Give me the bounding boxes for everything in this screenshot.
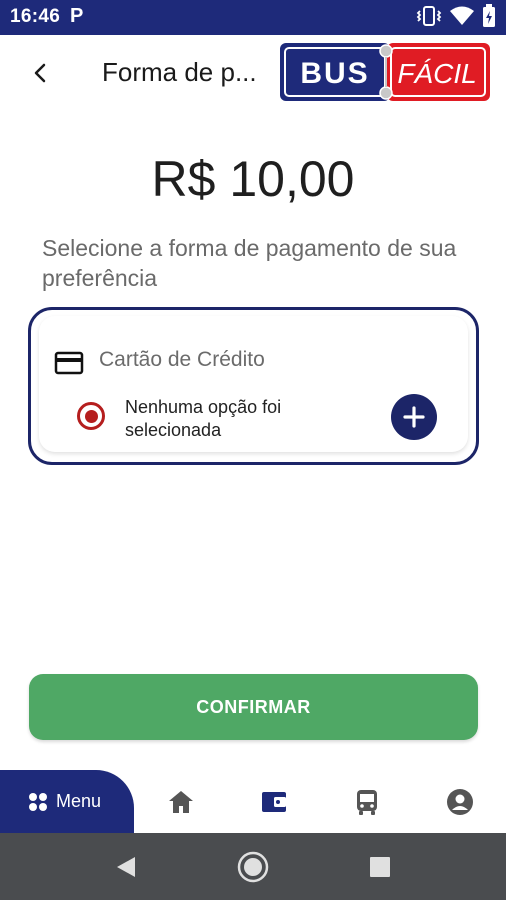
credit-card-label: Cartão de Crédito bbox=[99, 348, 265, 371]
recents-square-icon bbox=[370, 857, 390, 877]
back-triangle-icon bbox=[117, 857, 135, 877]
logo-facil-text: FÁCIL bbox=[397, 58, 476, 89]
app-header: Forma de p... BUS FÁCIL bbox=[0, 35, 506, 115]
payment-method-inner: Cartão de Crédito Nenhuma opção foi sele… bbox=[39, 316, 468, 452]
nav-home[interactable] bbox=[166, 787, 196, 817]
plus-icon bbox=[403, 406, 425, 428]
radio-dot bbox=[84, 409, 98, 423]
wifi-icon bbox=[450, 6, 474, 31]
status-icons bbox=[416, 3, 496, 33]
system-back-button[interactable] bbox=[110, 851, 142, 883]
menu-tab[interactable]: Menu bbox=[0, 770, 134, 833]
payment-method-card[interactable]: Cartão de Crédito Nenhuma opção foi sele… bbox=[28, 307, 479, 465]
confirm-button[interactable]: CONFIRMAR bbox=[29, 674, 478, 740]
battery-icon bbox=[482, 3, 496, 33]
home-icon bbox=[169, 791, 193, 813]
bus-icon bbox=[357, 790, 377, 815]
instructions-text: Selecione a forma de pagamento de sua pr… bbox=[42, 235, 457, 291]
busfacil-logo: BUS FÁCIL bbox=[279, 40, 491, 104]
system-nav-bar bbox=[0, 833, 506, 900]
menu-grid-icon bbox=[29, 792, 47, 811]
menu-label: Menu bbox=[56, 791, 102, 811]
page-title: Forma de p... bbox=[102, 57, 257, 87]
add-card-button[interactable] bbox=[391, 394, 437, 440]
option-radio[interactable] bbox=[77, 402, 105, 430]
chevron-left-icon bbox=[34, 63, 46, 83]
payment-amount: R$ 10,00 bbox=[151, 151, 355, 207]
system-home-button[interactable] bbox=[237, 851, 269, 883]
nav-account[interactable] bbox=[445, 787, 475, 817]
system-recents-button[interactable] bbox=[364, 851, 396, 883]
bottom-nav: Menu bbox=[0, 770, 506, 833]
nav-wallet[interactable] bbox=[259, 787, 289, 817]
status-bar: 16:46 P bbox=[0, 0, 506, 35]
app-notification-badge: P bbox=[70, 5, 84, 27]
vibrate-icon bbox=[416, 5, 442, 31]
home-circle-icon bbox=[237, 851, 269, 883]
status-time: 16:46 bbox=[10, 6, 61, 27]
back-button[interactable] bbox=[22, 55, 58, 91]
logo-bus-text: BUS bbox=[300, 57, 369, 90]
nav-bus[interactable] bbox=[352, 787, 382, 817]
wallet-icon bbox=[262, 792, 286, 812]
account-icon bbox=[447, 789, 473, 815]
option-text: Nenhuma opção foi selecionada bbox=[125, 397, 282, 440]
credit-card-icon bbox=[54, 351, 84, 375]
